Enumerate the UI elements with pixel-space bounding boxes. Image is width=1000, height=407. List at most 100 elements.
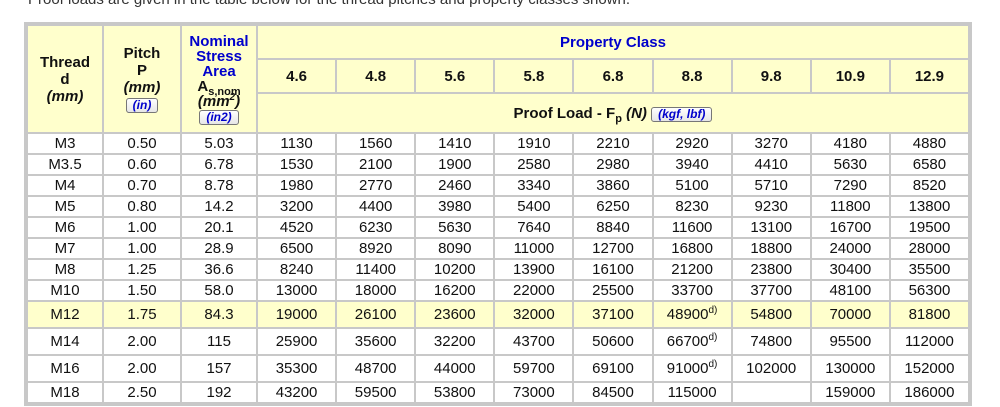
cell-proof-load: 50600	[574, 329, 652, 354]
cell-proof-load	[732, 383, 810, 402]
cell-proof-load: 53800	[416, 383, 494, 402]
cell-pitch: 0.60	[104, 155, 180, 174]
cell-thread: M14	[28, 329, 102, 354]
cell-thread: M18	[28, 383, 102, 402]
cell-proof-load: 24000	[811, 239, 889, 258]
cell-pitch: 1.75	[104, 302, 180, 327]
cell-proof-load: 54800	[732, 302, 810, 327]
cell-proof-load: 1900	[416, 155, 494, 174]
cell-proof-load: 70000	[811, 302, 889, 327]
cell-proof-load: 35300	[258, 356, 336, 381]
cell-thread: M6	[28, 218, 102, 237]
cell-proof-load: 81800	[890, 302, 968, 327]
cell-pitch: 2.00	[104, 356, 180, 381]
cell-proof-load: 115000	[653, 383, 731, 402]
cell-proof-load: 4880	[890, 134, 968, 153]
header-class: 9.8	[732, 60, 810, 92]
table-row: M6 1.00 20.1 4520 6230 5630 7640 8840 11600 13100…	[28, 218, 968, 237]
cell-proof-load: 2100	[337, 155, 415, 174]
cell-area: 14.2	[182, 197, 256, 216]
cell-proof-load: 32200	[416, 329, 494, 354]
cell-proof-load: 48900d)	[653, 302, 731, 327]
cell-proof-load: 152000	[890, 356, 968, 381]
cell-proof-load: 1530	[258, 155, 336, 174]
cell-proof-load: 59500	[337, 383, 415, 402]
cell-proof-load: 18800	[732, 239, 810, 258]
cell-proof-load: 21200	[653, 260, 731, 279]
pitch-unit-button[interactable]: (in)	[125, 98, 159, 113]
cell-proof-load: 8920	[337, 239, 415, 258]
header-class: 5.8	[495, 60, 573, 92]
cell-pitch: 1.25	[104, 260, 180, 279]
cell-area: 20.1	[182, 218, 256, 237]
table-row: M5 0.80 14.2 3200 4400 3980 5400 6250 8230 9230 11…	[28, 197, 968, 216]
cell-proof-load: 5630	[811, 155, 889, 174]
cell-pitch: 2.50	[104, 383, 180, 402]
cell-proof-load: 1130	[258, 134, 336, 153]
table-row: M4 0.70 8.78 1980 2770 2460 3340 3860 5100 5710 72…	[28, 176, 968, 195]
cell-proof-load: 56300	[890, 281, 968, 300]
table-row: M10 1.50 58.0 13000 18000 16200 22000 25500 3370…	[28, 281, 968, 300]
header-class: 12.9	[890, 60, 968, 92]
header-thread: Thread d (mm)	[28, 26, 102, 132]
cell-thread: M3.5	[28, 155, 102, 174]
cell-pitch: 1.00	[104, 218, 180, 237]
cell-proof-load: 19500	[890, 218, 968, 237]
cell-proof-load: 4520	[258, 218, 336, 237]
cell-thread: M10	[28, 281, 102, 300]
cell-pitch: 0.70	[104, 176, 180, 195]
cell-proof-load: 3980	[416, 197, 494, 216]
cell-area: 6.78	[182, 155, 256, 174]
cell-area: 157	[182, 356, 256, 381]
cell-proof-load: 69100	[574, 356, 652, 381]
cell-proof-load: 23800	[732, 260, 810, 279]
cell-proof-load: 11400	[337, 260, 415, 279]
table-row: M3 0.50 5.03 1130 1560 1410 1910 2210 2920 3270 41…	[28, 134, 968, 153]
cell-proof-load: 22000	[495, 281, 573, 300]
cell-proof-load: 7640	[495, 218, 573, 237]
cell-proof-load: 5630	[416, 218, 494, 237]
table-row: M3.5 0.60 6.78 1530 2100 1900 2580 2980 3940 4410…	[28, 155, 968, 174]
cell-proof-load: 5400	[495, 197, 573, 216]
table: Thread d (mm) Pitch P (mm) (in) Nominal …	[26, 24, 970, 404]
cell-proof-load: 130000	[811, 356, 889, 381]
cell-proof-load: 35500	[890, 260, 968, 279]
header-area: Nominal Stress Area As,nom (mm2) (in2)	[182, 26, 256, 132]
cell-proof-load: 48700	[337, 356, 415, 381]
cell-proof-load: 48100	[811, 281, 889, 300]
cell-proof-load: 4400	[337, 197, 415, 216]
header-proof-load: Proof Load - Fp (N) (kgf, lbf)	[258, 94, 968, 132]
cell-pitch: 0.80	[104, 197, 180, 216]
proof-load-table: Thread d (mm) Pitch P (mm) (in) Nominal …	[24, 22, 972, 406]
cell-proof-load: 84500	[574, 383, 652, 402]
cell-proof-load: 95500	[811, 329, 889, 354]
cell-proof-load: 16200	[416, 281, 494, 300]
cell-proof-load: 66700d)	[653, 329, 731, 354]
table-row: M14 2.00 115 25900 35600 32200 43700 50600 66700…	[28, 329, 968, 354]
cell-proof-load: 13900	[495, 260, 573, 279]
cell-proof-load: 25500	[574, 281, 652, 300]
proof-load-unit-button[interactable]: (kgf, lbf)	[651, 106, 713, 122]
cell-proof-load: 2770	[337, 176, 415, 195]
cell-thread: M5	[28, 197, 102, 216]
cell-area: 28.9	[182, 239, 256, 258]
table-row: M12 1.75 84.3 19000 26100 23600 32000 37100 4890…	[28, 302, 968, 327]
cell-proof-load: 33700	[653, 281, 731, 300]
cell-proof-load: 10200	[416, 260, 494, 279]
area-unit-button[interactable]: (in2)	[199, 109, 239, 125]
cell-proof-load: 2460	[416, 176, 494, 195]
cell-proof-load: 8520	[890, 176, 968, 195]
cell-proof-load: 6500	[258, 239, 336, 258]
footnote-marker: d)	[708, 359, 718, 370]
cell-proof-load: 2980	[574, 155, 652, 174]
cell-proof-load: 12700	[574, 239, 652, 258]
table-row: M7 1.00 28.9 6500 8920 8090 11000 12700 16800 188…	[28, 239, 968, 258]
cell-thread: M4	[28, 176, 102, 195]
cell-proof-load: 8090	[416, 239, 494, 258]
header-pitch: Pitch P (mm) (in)	[104, 26, 180, 132]
cell-proof-load: 11000	[495, 239, 573, 258]
cell-proof-load: 2210	[574, 134, 652, 153]
cell-pitch: 1.50	[104, 281, 180, 300]
cell-proof-load: 186000	[890, 383, 968, 402]
header-class: 4.6	[258, 60, 336, 92]
